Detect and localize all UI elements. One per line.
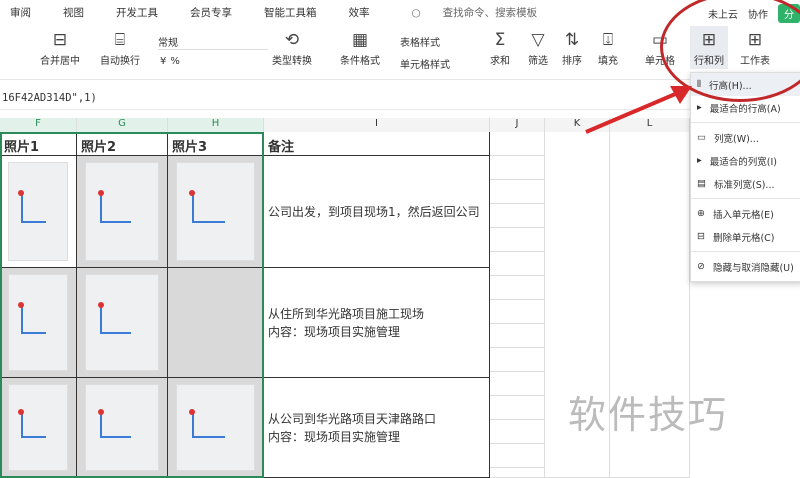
menu-bar: 审阅 视图 开发工具 会员专享 智能工具箱 效率 ○ 查找命令、搜索模板 <box>0 0 800 24</box>
empty-column-j[interactable] <box>490 132 545 478</box>
command-search[interactable]: ○ 查找命令、搜索模板 <box>402 5 538 20</box>
col-header-f[interactable]: F <box>0 118 77 132</box>
photo-cell[interactable] <box>77 156 168 268</box>
sort-icon: ⇅ <box>564 30 580 50</box>
convert-icon: ⟲ <box>284 30 300 50</box>
sum-button[interactable]: Σ 求和 <box>490 28 510 67</box>
cloud-status[interactable]: 未上云 <box>708 6 738 21</box>
filter-button[interactable]: ▽ 筛选 <box>528 28 548 67</box>
wrap-button[interactable]: ⌸ 自动换行 <box>100 28 140 67</box>
fill-button[interactable]: ⍗ 填充 <box>598 28 618 67</box>
cell-style-button[interactable]: 单元格样式 <box>400 56 450 71</box>
menu-hide-unhide[interactable]: ⊘ 隐藏与取消隐藏(U) <box>691 255 800 278</box>
number-format-select[interactable]: 常规 <box>158 34 268 50</box>
menu-smart-tools[interactable]: 智能工具箱 <box>264 5 317 20</box>
menu-delete-cell[interactable]: ⊟ 删除单元格(C) <box>691 225 800 248</box>
header-photo2[interactable]: 照片2 <box>77 132 168 156</box>
note-cell[interactable]: 从住所到华光路项目施工现场 内容：现场项目实施管理 <box>264 268 490 378</box>
divider <box>691 122 800 123</box>
rowcol-dropdown: ⫴ 行高(H)... ▸ 最适合的行高(A) ▭ 列宽(W)... ▸ 最适合的列宽(I… <box>690 72 800 282</box>
map-photo <box>85 384 159 471</box>
autofit-icon: ▸ <box>697 155 702 166</box>
header-photo1[interactable]: 照片1 <box>0 132 77 156</box>
map-photo <box>8 274 68 371</box>
cell-icon: ▭ <box>651 30 669 50</box>
photo-cell[interactable] <box>168 156 264 268</box>
cond-format-button[interactable]: ▦ 条件格式 <box>340 28 380 67</box>
delete-icon: ⊟ <box>697 231 705 242</box>
map-photo <box>8 162 68 261</box>
convert-button[interactable]: ⟲ 类型转换 <box>272 28 312 67</box>
rowcol-button[interactable]: ⊞ 行和列 <box>690 26 728 69</box>
photo-cell-empty[interactable] <box>168 268 264 378</box>
fill-icon: ⍗ <box>602 30 614 50</box>
merge-icon: ⊟ <box>52 30 68 50</box>
hide-icon: ⊘ <box>697 261 705 272</box>
divider <box>691 198 800 199</box>
menu-row-height[interactable]: ⫴ 行高(H)... <box>691 73 800 96</box>
table-style-button[interactable]: 表格样式 <box>400 34 440 49</box>
note-cell[interactable]: 从公司到华光路项目天津路路口 内容：现场项目实施管理 <box>264 378 490 478</box>
col-header-g[interactable]: G <box>77 118 168 132</box>
top-right: 未上云 协作 分 <box>708 4 800 23</box>
sigma-icon: Σ <box>494 30 506 50</box>
menu-view[interactable]: 视图 <box>63 5 84 20</box>
table-icon: ▦ <box>351 30 369 50</box>
menu-insert-cell[interactable]: ⊕ 插入单元格(E) <box>691 202 800 225</box>
photo-cell[interactable] <box>0 378 77 478</box>
menu-member[interactable]: 会员专享 <box>190 5 232 20</box>
watermark: 软件技巧 <box>568 393 729 437</box>
menu-col-width[interactable]: ▭ 列宽(W)... <box>691 126 800 149</box>
rowcol-icon: ⊞ <box>701 30 717 50</box>
col-header-i[interactable]: I <box>264 118 490 132</box>
map-photo <box>85 162 159 261</box>
menu-autofit-col[interactable]: ▸ 最适合的列宽(I) <box>691 149 800 172</box>
menu-standard-width[interactable]: ▤ 标准列宽(S)... <box>691 172 800 195</box>
share-button[interactable]: 分 <box>778 4 800 23</box>
photo-cell[interactable] <box>77 268 168 378</box>
number-tools: ¥% <box>160 56 180 67</box>
col-header-h[interactable]: H <box>168 118 264 132</box>
sheet-icon: ⊞ <box>747 30 763 50</box>
map-photo <box>176 384 255 471</box>
header-notes[interactable]: 备注 <box>264 132 490 156</box>
merge-button[interactable]: ⊟ 合并居中 <box>40 28 80 67</box>
ribbon: ⊟ 合并居中 ⌸ 自动换行 常规 ¥% ⟲ 类型转换 ▦ 条件格式 表格样式 单元格样式… <box>0 24 800 80</box>
insert-icon: ⊕ <box>697 208 705 219</box>
divider <box>691 251 800 252</box>
photo-cell[interactable] <box>0 156 77 268</box>
photo-cell[interactable] <box>0 268 77 378</box>
note-cell[interactable]: 公司出发，到项目现场1，然后返回公司 <box>264 156 490 268</box>
menu-developer[interactable]: 开发工具 <box>116 5 158 20</box>
menu-autofit-row[interactable]: ▸ 最适合的行高(A) <box>691 96 800 119</box>
photo-cell[interactable] <box>168 378 264 478</box>
map-photo <box>8 384 68 471</box>
filter-icon: ▽ <box>531 30 545 50</box>
map-photo <box>85 274 159 371</box>
menu-efficiency[interactable]: 效率 <box>349 5 370 20</box>
sort-button[interactable]: ⇅ 排序 <box>562 28 582 67</box>
sheet-button[interactable]: ⊞ 工作表 <box>740 28 770 67</box>
photo-cell[interactable] <box>77 378 168 478</box>
percent-button[interactable]: % <box>170 56 180 67</box>
search-icon: ○ <box>411 6 421 19</box>
col-header-j[interactable]: J <box>490 118 545 132</box>
map-photo <box>176 162 255 261</box>
wrap-icon: ⌸ <box>114 30 126 50</box>
menu-review[interactable]: 审阅 <box>10 5 31 20</box>
collab-button[interactable]: 协作 <box>748 6 768 21</box>
currency-button[interactable]: ¥ <box>160 56 166 67</box>
header-photo3[interactable]: 照片3 <box>168 132 264 156</box>
cell-button[interactable]: ▭ 单元格 <box>645 28 675 67</box>
annotation-arrow <box>585 86 692 134</box>
standard-width-icon: ▤ <box>697 178 706 189</box>
